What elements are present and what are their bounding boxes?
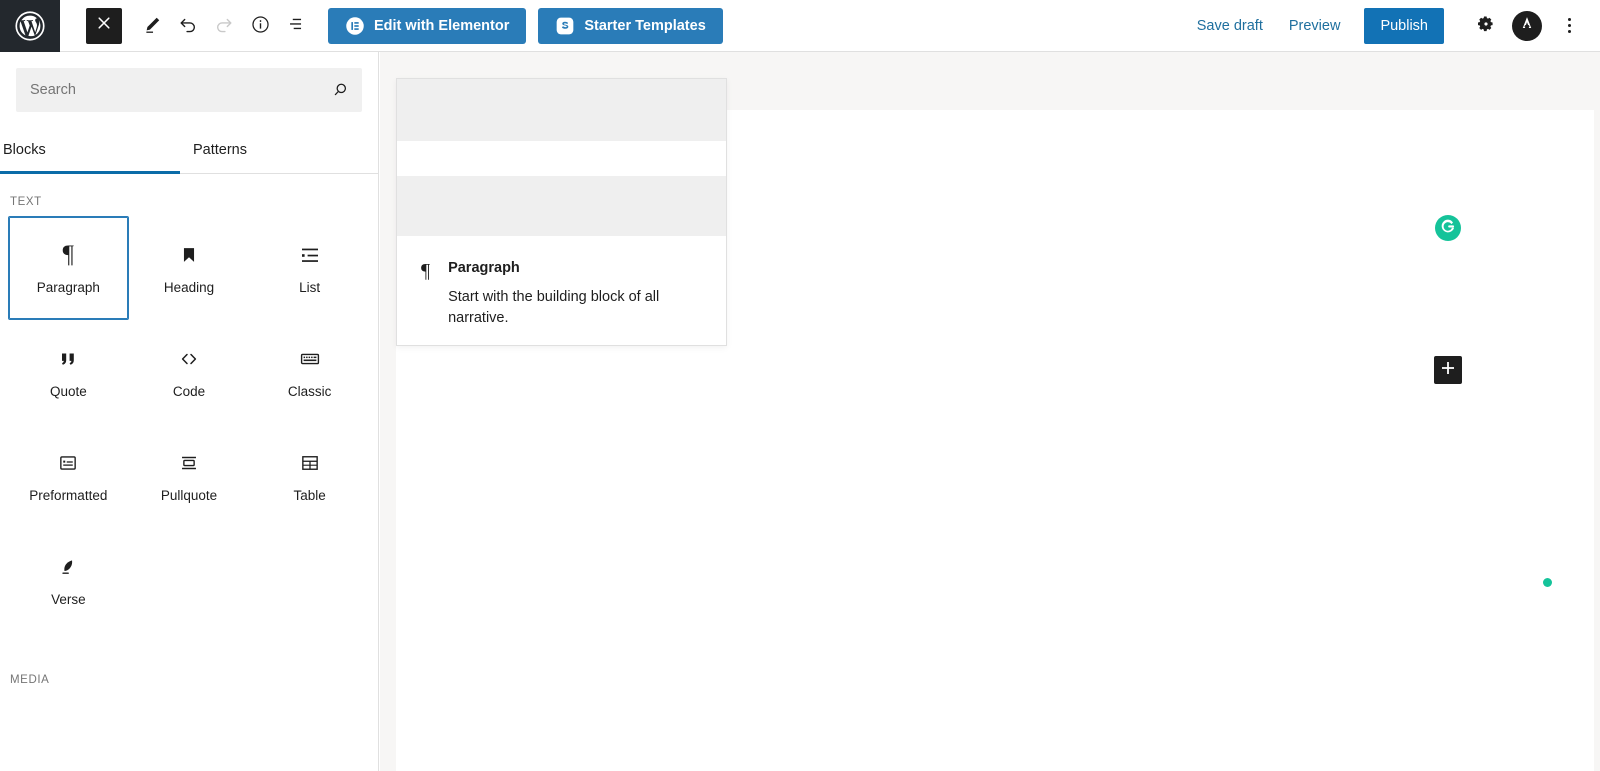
list-view-outline-icon bbox=[285, 13, 307, 38]
wordpress-logo-icon bbox=[14, 10, 46, 42]
publish-button[interactable]: Publish bbox=[1364, 7, 1444, 44]
block-item-quote[interactable]: Quote bbox=[8, 320, 129, 424]
details-info-button[interactable] bbox=[242, 8, 278, 44]
block-label: Paragraph bbox=[36, 279, 100, 295]
active-tab-indicator bbox=[0, 171, 180, 174]
search-section bbox=[0, 52, 378, 112]
gear-settings-icon bbox=[1476, 14, 1496, 37]
block-label: Heading bbox=[163, 279, 215, 295]
pencil-edit-icon bbox=[142, 14, 163, 38]
block-label: Quote bbox=[49, 383, 87, 399]
elementor-logo-icon bbox=[345, 16, 365, 36]
preview-description: Start with the building block of all nar… bbox=[448, 289, 660, 326]
block-label: Pullquote bbox=[160, 487, 218, 503]
list-bullet-icon bbox=[298, 242, 322, 268]
block-item-paragraph[interactable]: ¶ Paragraph bbox=[8, 216, 129, 320]
block-label: Preformatted bbox=[29, 487, 108, 503]
verse-feather-icon bbox=[57, 554, 79, 580]
add-block-plus-icon bbox=[1440, 360, 1456, 381]
category-label-text: TEXT bbox=[10, 196, 42, 208]
block-item-table[interactable]: Table bbox=[249, 424, 370, 528]
grammarly-status-dot bbox=[1543, 578, 1552, 587]
preview-button[interactable]: Preview bbox=[1289, 18, 1341, 34]
tab-blocks[interactable]: Blocks bbox=[0, 126, 180, 173]
more-options-kebab-icon bbox=[1567, 18, 1571, 21]
category-label-media: MEDIA bbox=[10, 674, 50, 686]
preformatted-box-icon bbox=[57, 450, 79, 476]
paragraph-pilcrow-icon: ¶ bbox=[421, 260, 431, 282]
canvas-left-gutter bbox=[380, 52, 396, 771]
close-x-icon bbox=[96, 15, 112, 36]
undo-arrow-icon bbox=[177, 13, 199, 38]
block-item-pullquote[interactable]: Pullquote bbox=[128, 424, 250, 528]
list-view-button[interactable] bbox=[278, 8, 314, 44]
more-options-button[interactable] bbox=[1554, 8, 1584, 44]
block-label: Classic bbox=[287, 383, 332, 399]
edit-mode-button[interactable] bbox=[134, 8, 170, 44]
quote-marks-icon bbox=[56, 346, 80, 372]
block-item-classic[interactable]: Classic bbox=[249, 320, 370, 424]
starter-templates-button[interactable]: Starter Templates bbox=[538, 7, 723, 44]
grammarly-button[interactable] bbox=[1435, 215, 1461, 241]
edit-with-elementor-label: Edit with Elementor bbox=[374, 17, 510, 34]
settings-button[interactable] bbox=[1468, 8, 1504, 44]
preview-skeleton-bar-top bbox=[397, 79, 726, 141]
heading-bookmark-icon bbox=[178, 242, 200, 268]
close-inserter-button[interactable] bbox=[86, 7, 122, 44]
astra-account-avatar[interactable] bbox=[1512, 10, 1542, 41]
block-label: Code bbox=[172, 383, 206, 399]
editor-top-bar: Edit with Elementor Starter Templates Sa… bbox=[0, 0, 1600, 52]
block-label: Table bbox=[293, 487, 326, 503]
block-preview-popover: ¶ Paragraph Start with the building bloc… bbox=[396, 78, 727, 346]
block-grid-text: ¶ Paragraph Heading List Quote Code Clas… bbox=[0, 216, 378, 632]
block-item-list[interactable]: List bbox=[249, 216, 370, 320]
preview-title: Paragraph bbox=[448, 260, 520, 276]
block-inserter-sidebar: Blocks Patterns TEXT ¶ Paragraph Heading bbox=[0, 52, 379, 771]
block-label: Verse bbox=[51, 591, 86, 607]
undo-button[interactable] bbox=[170, 8, 206, 44]
search-box[interactable] bbox=[16, 68, 362, 112]
search-input[interactable] bbox=[16, 68, 362, 112]
block-item-preformatted[interactable]: Preformatted bbox=[8, 424, 129, 528]
redo-button[interactable] bbox=[206, 8, 242, 44]
code-angle-brackets-icon bbox=[177, 346, 201, 372]
inserter-tabs: Blocks Patterns bbox=[0, 126, 378, 174]
preview-skeleton-bar-bottom bbox=[397, 176, 726, 236]
editor-canvas: ¶ Paragraph Start with the building bloc… bbox=[380, 52, 1600, 771]
tab-patterns[interactable]: Patterns bbox=[180, 126, 360, 173]
save-draft-button[interactable]: Save draft bbox=[1197, 18, 1263, 34]
starter-templates-label: Starter Templates bbox=[584, 17, 706, 34]
edit-with-elementor-button[interactable]: Edit with Elementor bbox=[328, 7, 527, 44]
block-label: List bbox=[299, 279, 321, 295]
preview-info-section: ¶ Paragraph Start with the building bloc… bbox=[397, 236, 726, 345]
block-item-verse[interactable]: Verse bbox=[8, 528, 129, 632]
redo-arrow-icon bbox=[213, 13, 235, 38]
pullquote-lines-icon bbox=[178, 450, 200, 476]
block-item-heading[interactable]: Heading bbox=[128, 216, 250, 320]
add-block-button[interactable] bbox=[1434, 356, 1462, 384]
classic-keyboard-icon bbox=[298, 346, 322, 372]
info-circle-icon bbox=[250, 14, 271, 38]
astra-avatar-icon bbox=[1516, 12, 1538, 39]
paragraph-pilcrow-icon: ¶ bbox=[62, 241, 74, 269]
canvas-right-edge bbox=[1594, 52, 1600, 771]
block-item-code[interactable]: Code bbox=[128, 320, 250, 424]
table-grid-icon bbox=[299, 450, 321, 476]
wordpress-logo-button[interactable] bbox=[0, 0, 60, 52]
starter-templates-logo-icon bbox=[555, 16, 575, 36]
grammarly-logo-icon bbox=[1438, 216, 1458, 241]
